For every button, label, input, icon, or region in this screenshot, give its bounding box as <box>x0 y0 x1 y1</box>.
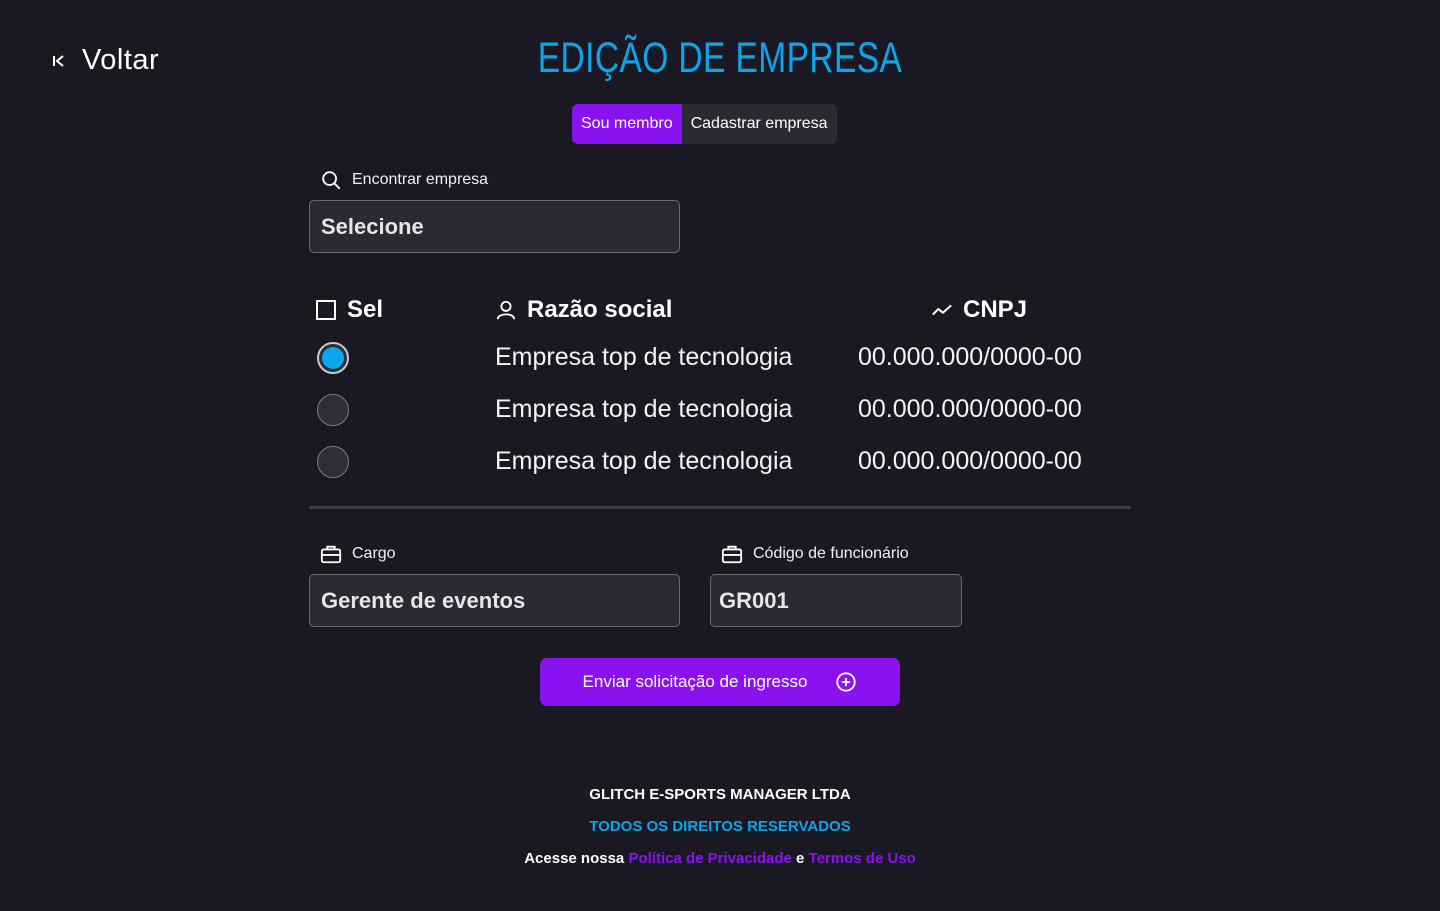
cargo-label-row: Cargo <box>320 543 396 565</box>
search-icon <box>322 171 341 190</box>
page: Voltar EDIÇÃO DE EMPRESA Sou membro Cada… <box>0 0 1440 911</box>
search-label-row: Encontrar empresa <box>320 169 488 191</box>
search-label: Encontrar empresa <box>352 171 489 188</box>
trend-icon <box>932 304 952 316</box>
checkbox-icon[interactable] <box>315 299 337 321</box>
footer-company: GLITCH E-SPORTS MANAGER LTDA <box>589 786 851 803</box>
row-razao-social: Empresa top de tecnologia <box>495 395 793 423</box>
submit-request-button[interactable]: Enviar solicitação de ingresso <box>540 658 900 706</box>
divider <box>309 506 1131 509</box>
footer-rights: TODOS OS DIREITOS RESERVADOS <box>589 818 851 835</box>
chevron-left-bar-icon <box>53 54 64 67</box>
tab-cadastrar-empresa[interactable]: Cadastrar empresa <box>682 104 837 144</box>
column-header-sel: Sel <box>315 296 383 324</box>
table-row: Empresa top de tecnologia 00.000.000/000… <box>0 394 1440 434</box>
privacy-policy-link[interactable]: Política de Privacidade <box>628 850 791 867</box>
row-cnpj: 00.000.000/0000-00 <box>858 343 1082 371</box>
row-razao-social: Empresa top de tecnologia <box>495 447 793 475</box>
company-select[interactable]: Selecione <box>309 200 680 253</box>
column-label-cnpj: CNPJ <box>963 296 1028 323</box>
row-radio[interactable] <box>317 342 349 374</box>
column-header-razao-social: Razão social <box>495 296 672 324</box>
briefcase-icon <box>721 545 743 564</box>
row-razao-social: Empresa top de tecnologia <box>495 343 793 371</box>
back-label: Voltar <box>82 44 160 76</box>
page-title: EDIÇÃO DE EMPRESA <box>537 34 903 82</box>
codigo-label: Código de funcionário <box>753 545 909 562</box>
mode-tabs: Sou membro Cadastrar empresa <box>572 104 837 144</box>
row-cnpj: 00.000.000/0000-00 <box>858 395 1082 423</box>
terms-of-use-link[interactable]: Termos de Uso <box>809 850 916 867</box>
table-row: Empresa top de tecnologia 00.000.000/000… <box>0 446 1440 486</box>
footer-access-prefix: Acesse nossa <box>524 850 625 867</box>
user-icon <box>496 300 516 320</box>
row-radio[interactable] <box>317 394 349 426</box>
back-button[interactable]: Voltar <box>52 44 159 77</box>
cargo-field[interactable]: Gerente de eventos <box>309 574 680 627</box>
column-label-sel: Sel <box>347 296 384 323</box>
codigo-field[interactable]: GR001 <box>710 574 962 627</box>
table-row: Empresa top de tecnologia 00.000.000/000… <box>0 342 1440 382</box>
row-radio[interactable] <box>317 446 349 478</box>
footer-conjunction: e <box>796 850 805 867</box>
column-label-razao-social: Razão social <box>527 296 673 323</box>
tab-sou-membro[interactable]: Sou membro <box>572 104 682 144</box>
submit-label: Enviar solicitação de ingresso <box>582 672 808 691</box>
codigo-label-row: Código de funcionário <box>721 543 909 565</box>
row-cnpj: 00.000.000/0000-00 <box>858 447 1082 475</box>
briefcase-icon <box>320 545 342 564</box>
cargo-label: Cargo <box>352 545 396 562</box>
plus-circle-icon <box>836 672 857 692</box>
column-header-cnpj: CNPJ <box>931 296 1027 324</box>
footer-legal: Acesse nossa Política de Privacidade e T… <box>0 850 1440 867</box>
